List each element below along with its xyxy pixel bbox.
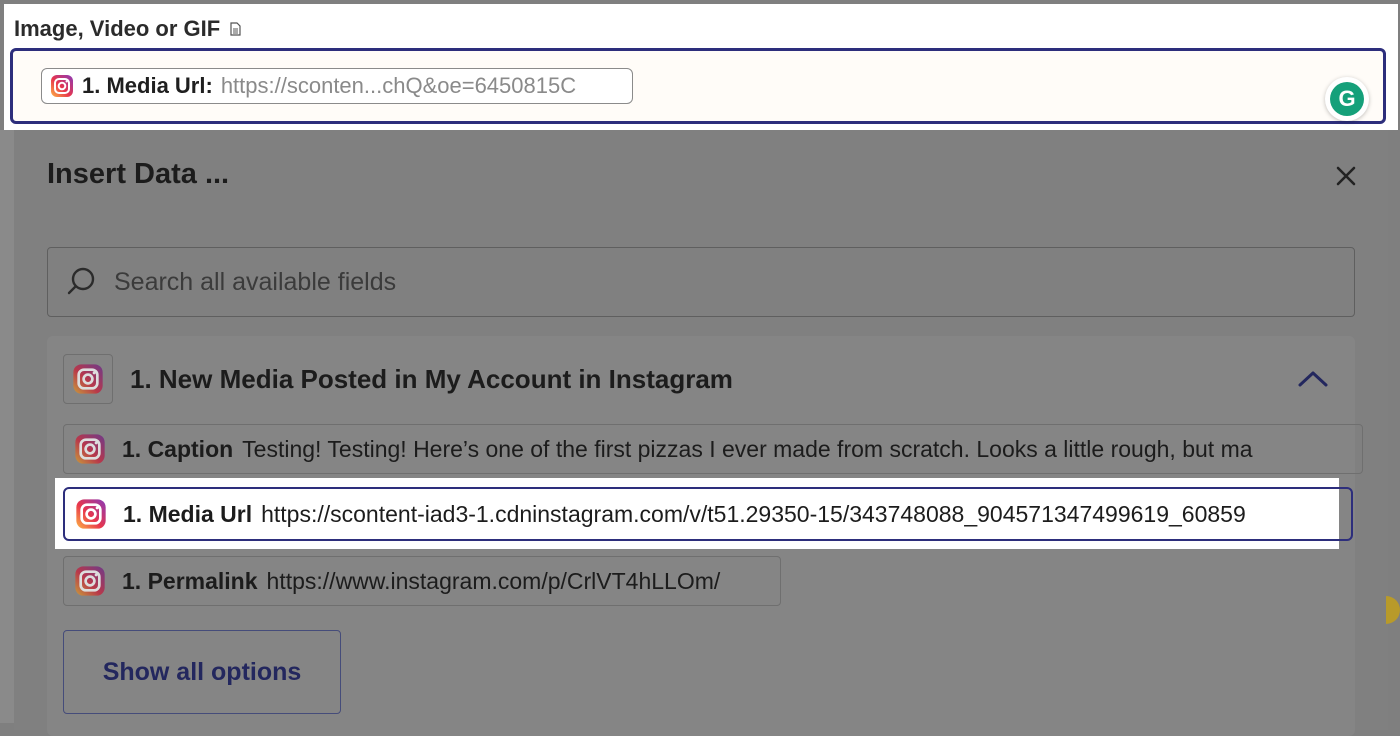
pill-value: https://sconten...chQ&oe=6450815C bbox=[220, 73, 577, 98]
image-video-gif-field: Image, Video or GIF 1. Media Url: https:… bbox=[4, 4, 1398, 130]
field-label-text: Image, Video or GIF bbox=[14, 16, 221, 41]
search-icon bbox=[67, 267, 95, 295]
pill-key: 1. Media Url: bbox=[82, 73, 213, 98]
instagram-icon bbox=[76, 499, 106, 529]
row-value: https://scontent-iad3-1.cdninstagram.com… bbox=[261, 500, 1246, 527]
row-value: https://www.instagram.com/p/CrlVT4hLLOm/ bbox=[266, 567, 721, 594]
row-key: 1. Caption bbox=[122, 435, 234, 462]
instagram-icon bbox=[73, 364, 103, 394]
search-input[interactable] bbox=[112, 266, 1316, 298]
background-badge bbox=[1386, 596, 1400, 624]
row-value: Testing! Testing! Here’s one of the firs… bbox=[242, 435, 1253, 462]
instagram-icon bbox=[51, 75, 73, 97]
show-all-options-button[interactable]: Show all options bbox=[63, 630, 341, 714]
grammarly-icon[interactable]: G bbox=[1325, 77, 1369, 121]
media-field-input[interactable]: 1. Media Url: https://sconten...chQ&oe=6… bbox=[10, 48, 1386, 124]
grammarly-letter: G bbox=[1330, 82, 1364, 116]
caption-row[interactable]: 1. Caption Testing! Testing! Here’s one … bbox=[63, 424, 1363, 474]
media-url-pill[interactable]: 1. Media Url: https://sconten...chQ&oe=6… bbox=[41, 68, 633, 104]
backdrop bbox=[0, 130, 14, 723]
media-url-row-highlight: 1. Media Url https://scontent-iad3-1.cdn… bbox=[55, 478, 1353, 549]
field-label: Image, Video or GIF bbox=[14, 16, 241, 42]
instagram-icon bbox=[75, 434, 105, 464]
media-url-row[interactable]: 1. Media Url https://scontent-iad3-1.cdn… bbox=[63, 487, 1353, 541]
group-title: 1. New Media Posted in My Account in Ins… bbox=[130, 364, 733, 394]
search-box[interactable] bbox=[47, 247, 1355, 317]
permalink-row[interactable]: 1. Permalink https://www.instagram.com/p… bbox=[63, 556, 781, 606]
insert-data-panel: Insert Data ... 1. New Media Pos bbox=[14, 130, 1388, 736]
chevron-up-icon[interactable] bbox=[1297, 368, 1329, 388]
row-key: 1. Permalink bbox=[122, 567, 258, 594]
group-icon bbox=[63, 354, 113, 404]
row-key: 1. Media Url bbox=[123, 500, 253, 527]
panel-title: Insert Data ... bbox=[47, 158, 230, 190]
doc-icon bbox=[230, 22, 241, 36]
instagram-icon bbox=[75, 566, 105, 596]
close-icon[interactable] bbox=[1334, 164, 1358, 188]
